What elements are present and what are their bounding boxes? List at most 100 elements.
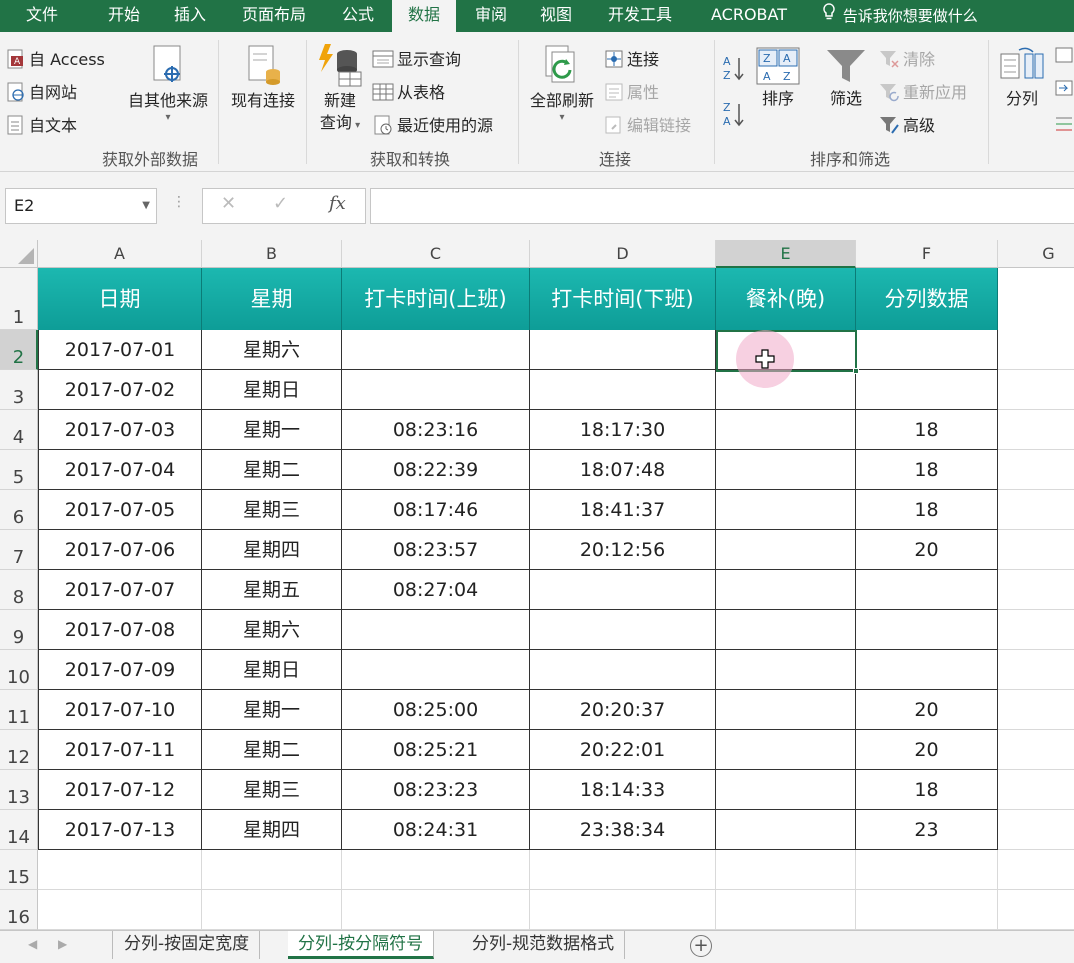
- table-cell[interactable]: [856, 370, 998, 410]
- sort-ascending-button[interactable]: AZ: [722, 54, 749, 86]
- table-cell[interactable]: [530, 650, 716, 690]
- table-cell[interactable]: [716, 610, 856, 650]
- table-cell[interactable]: 2017-07-09: [38, 650, 202, 690]
- insert-function-icon[interactable]: fx: [329, 193, 346, 214]
- row-header[interactable]: 8: [0, 570, 38, 610]
- row-header[interactable]: 1: [0, 268, 38, 330]
- table-header-cell[interactable]: 餐补(晚): [716, 268, 856, 330]
- row-header[interactable]: 3: [0, 370, 38, 410]
- filter-button[interactable]: 筛选: [820, 46, 872, 110]
- fill-handle[interactable]: [853, 368, 859, 374]
- refresh-all-button[interactable]: 全部刷新 ▾: [522, 44, 602, 124]
- remove-duplicates-icon[interactable]: [1054, 79, 1074, 103]
- new-query-button[interactable]: 新建 查询 ▾: [312, 42, 368, 137]
- table-cell[interactable]: 18: [856, 450, 998, 490]
- tell-me-box[interactable]: 告诉我你想要做什么: [820, 0, 978, 32]
- table-cell[interactable]: [716, 730, 856, 770]
- table-cell[interactable]: 18:07:48: [530, 450, 716, 490]
- row-header[interactable]: 14: [0, 810, 38, 850]
- scroll-left-icon[interactable]: ◀: [28, 937, 37, 951]
- tab-data[interactable]: 数据: [392, 0, 456, 32]
- add-sheet-button[interactable]: +: [690, 935, 712, 957]
- tab-developer[interactable]: 开发工具: [592, 0, 688, 32]
- table-cell[interactable]: [856, 330, 998, 370]
- from-text-button[interactable]: 自文本: [6, 112, 77, 139]
- column-header-f[interactable]: F: [856, 240, 998, 268]
- table-cell[interactable]: 星期日: [202, 370, 342, 410]
- table-cell[interactable]: 08:27:04: [342, 570, 530, 610]
- text-to-columns-button[interactable]: 分列: [996, 46, 1048, 110]
- table-header-cell[interactable]: 打卡时间(下班): [530, 268, 716, 330]
- table-cell[interactable]: 18: [856, 490, 998, 530]
- table-cell[interactable]: 18: [856, 410, 998, 450]
- table-cell[interactable]: [856, 650, 998, 690]
- row-header[interactable]: 6: [0, 490, 38, 530]
- table-cell[interactable]: 星期三: [202, 490, 342, 530]
- table-cell[interactable]: 星期三: [202, 770, 342, 810]
- table-cell[interactable]: 18:41:37: [530, 490, 716, 530]
- tab-home[interactable]: 开始: [92, 0, 156, 32]
- row-header[interactable]: 16: [0, 890, 38, 930]
- show-queries-button[interactable]: 显示查询: [372, 46, 461, 72]
- table-cell[interactable]: 18:14:33: [530, 770, 716, 810]
- table-cell[interactable]: 星期六: [202, 330, 342, 370]
- table-cell[interactable]: 2017-07-07: [38, 570, 202, 610]
- column-header-d[interactable]: D: [530, 240, 716, 268]
- sheet-tab-normalize[interactable]: 分列-规范数据格式: [462, 931, 626, 959]
- table-cell[interactable]: 星期日: [202, 650, 342, 690]
- row-header[interactable]: 12: [0, 730, 38, 770]
- table-cell[interactable]: [716, 450, 856, 490]
- table-cell[interactable]: [716, 530, 856, 570]
- row-header[interactable]: 10: [0, 650, 38, 690]
- tab-insert[interactable]: 插入: [158, 0, 222, 32]
- select-all-button[interactable]: [0, 240, 38, 268]
- table-cell[interactable]: [856, 610, 998, 650]
- tab-file[interactable]: 文件: [0, 0, 84, 32]
- table-cell[interactable]: 2017-07-08: [38, 610, 202, 650]
- table-cell[interactable]: 08:23:23: [342, 770, 530, 810]
- column-header-g[interactable]: G: [998, 240, 1074, 268]
- tab-view[interactable]: 视图: [524, 0, 588, 32]
- table-cell[interactable]: [342, 610, 530, 650]
- table-cell[interactable]: 星期一: [202, 410, 342, 450]
- table-cell[interactable]: 23:38:34: [530, 810, 716, 850]
- column-header-b[interactable]: B: [202, 240, 342, 268]
- tab-formulas[interactable]: 公式: [326, 0, 390, 32]
- tab-review[interactable]: 审阅: [460, 0, 522, 32]
- table-header-cell[interactable]: 星期: [202, 268, 342, 330]
- table-cell[interactable]: [716, 690, 856, 730]
- table-cell[interactable]: 2017-07-10: [38, 690, 202, 730]
- table-cell[interactable]: 08:17:46: [342, 490, 530, 530]
- from-table-button[interactable]: 从表格: [372, 79, 445, 105]
- table-cell[interactable]: 18: [856, 770, 998, 810]
- formula-bar-grip-icon[interactable]: ⋮: [172, 194, 186, 210]
- table-cell[interactable]: 18:17:30: [530, 410, 716, 450]
- table-cell[interactable]: 08:24:31: [342, 810, 530, 850]
- tab-page-layout[interactable]: 页面布局: [226, 0, 322, 32]
- reapply-button[interactable]: 重新应用: [878, 79, 967, 106]
- table-cell[interactable]: [716, 410, 856, 450]
- table-cell[interactable]: 2017-07-12: [38, 770, 202, 810]
- table-cell[interactable]: 2017-07-04: [38, 450, 202, 490]
- tab-acrobat[interactable]: ACROBAT: [694, 0, 804, 32]
- row-header[interactable]: 13: [0, 770, 38, 810]
- table-cell[interactable]: 星期二: [202, 450, 342, 490]
- table-cell[interactable]: 08:25:00: [342, 690, 530, 730]
- table-cell[interactable]: [856, 570, 998, 610]
- cancel-icon[interactable]: ✕: [221, 193, 236, 214]
- table-cell[interactable]: 星期二: [202, 730, 342, 770]
- table-header-cell[interactable]: 打卡时间(上班): [342, 268, 530, 330]
- sort-descending-button[interactable]: ZA: [722, 100, 749, 132]
- table-cell[interactable]: [530, 330, 716, 370]
- table-cell[interactable]: [716, 490, 856, 530]
- from-other-sources-button[interactable]: 自其他来源 ▾: [120, 44, 216, 124]
- table-cell[interactable]: 08:22:39: [342, 450, 530, 490]
- column-header-e[interactable]: E: [716, 240, 856, 268]
- table-cell[interactable]: 08:23:57: [342, 530, 530, 570]
- table-cell[interactable]: 08:25:21: [342, 730, 530, 770]
- table-cell[interactable]: 20:20:37: [530, 690, 716, 730]
- column-header-a[interactable]: A: [38, 240, 202, 268]
- row-header[interactable]: 9: [0, 610, 38, 650]
- flash-fill-icon[interactable]: [1054, 46, 1074, 70]
- table-cell[interactable]: 08:23:16: [342, 410, 530, 450]
